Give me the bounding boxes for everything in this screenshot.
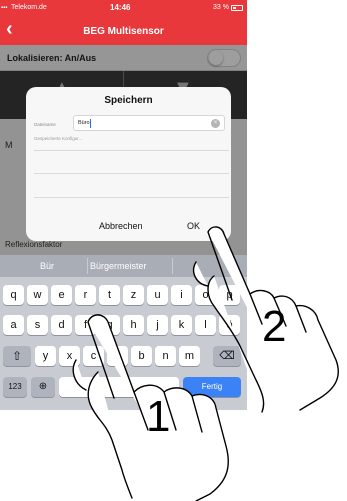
key-o[interactable]: o [195, 285, 216, 305]
tutorial-illustration: ▪▪▪ Telekom.de 14:46 33 % ‹ BEG Multisen… [0, 0, 347, 501]
key-h[interactable]: h [123, 315, 144, 335]
key-c[interactable]: c [83, 346, 104, 366]
battery-percent: 33 % [213, 4, 229, 11]
page-title: BEG Multisensor [83, 26, 164, 37]
key-z[interactable]: z [123, 285, 144, 305]
carrier-name: Telekom.de [11, 4, 47, 11]
suggestion-divider [87, 258, 88, 274]
step-number-1: 1 [146, 392, 171, 441]
key-u[interactable]: u [147, 285, 168, 305]
key-t[interactable]: t [99, 285, 120, 305]
backspace-icon[interactable]: ⌫ [213, 346, 241, 366]
key-x[interactable]: x [59, 346, 80, 366]
nav-bar: ‹ BEG Multisensor [0, 17, 247, 45]
saved-divider [34, 150, 229, 151]
filename-label: Dateiname [34, 122, 56, 127]
key-m[interactable]: m [179, 346, 200, 366]
key-v[interactable]: v [107, 346, 128, 366]
key-k[interactable]: k [171, 315, 192, 335]
key-q[interactable]: q [3, 285, 24, 305]
status-bar: ▪▪▪ Telekom.de 14:46 33 % [0, 0, 247, 17]
step-number-2: 2 [262, 302, 287, 351]
dialog-title: Speichern [104, 95, 153, 106]
saved-config-label: Gespeicherte Konfigur... [34, 136, 83, 141]
key-e[interactable]: e [51, 285, 72, 305]
suggestion-divider [172, 258, 173, 274]
key-p[interactable]: p [219, 285, 240, 305]
key-s[interactable]: s [27, 315, 48, 335]
signal-icon: ▪▪▪ [1, 5, 8, 11]
suggestion-2[interactable]: Bürgermeister [90, 261, 147, 271]
text-caret [90, 119, 91, 128]
key-l[interactable]: l [195, 315, 216, 335]
status-time: 14:46 [110, 3, 131, 12]
suggestion-bar: Bür Bürgermeister [0, 255, 247, 277]
clear-icon[interactable]: × [211, 119, 220, 128]
saved-divider [34, 173, 229, 174]
key-d[interactable]: d [51, 315, 72, 335]
saved-divider [34, 197, 229, 198]
key-b[interactable]: b [131, 346, 152, 366]
filename-input[interactable]: Büro × [73, 115, 225, 131]
key-i[interactable]: i [171, 285, 192, 305]
save-dialog: Speichern Dateiname Büro × Gespeicherte … [26, 87, 231, 241]
suggestion-1[interactable]: Bür [40, 261, 54, 271]
cancel-button[interactable]: Abbrechen [99, 221, 143, 231]
filename-value: Büro [78, 120, 90, 126]
key-w[interactable]: w [27, 285, 48, 305]
phone-screen: ▪▪▪ Telekom.de 14:46 33 % ‹ BEG Multisen… [0, 0, 247, 410]
numbers-key[interactable]: 123 [3, 377, 27, 397]
ok-button[interactable]: OK [187, 221, 200, 231]
key-oe[interactable]: ö [219, 315, 240, 335]
on-screen-keyboard: q w e r t z u i o p a s d f g h j k l ö … [0, 277, 247, 410]
done-key[interactable]: Fertig [183, 377, 241, 397]
shift-icon[interactable]: ⇧ [3, 346, 31, 366]
key-f[interactable]: f [75, 315, 96, 335]
battery-icon [231, 5, 243, 11]
key-y[interactable]: y [35, 346, 56, 366]
key-n[interactable]: n [155, 346, 176, 366]
key-a[interactable]: a [3, 315, 24, 335]
key-g[interactable]: g [99, 315, 120, 335]
globe-icon[interactable]: ⊕ [31, 377, 55, 397]
key-r[interactable]: r [75, 285, 96, 305]
key-j[interactable]: j [147, 315, 168, 335]
